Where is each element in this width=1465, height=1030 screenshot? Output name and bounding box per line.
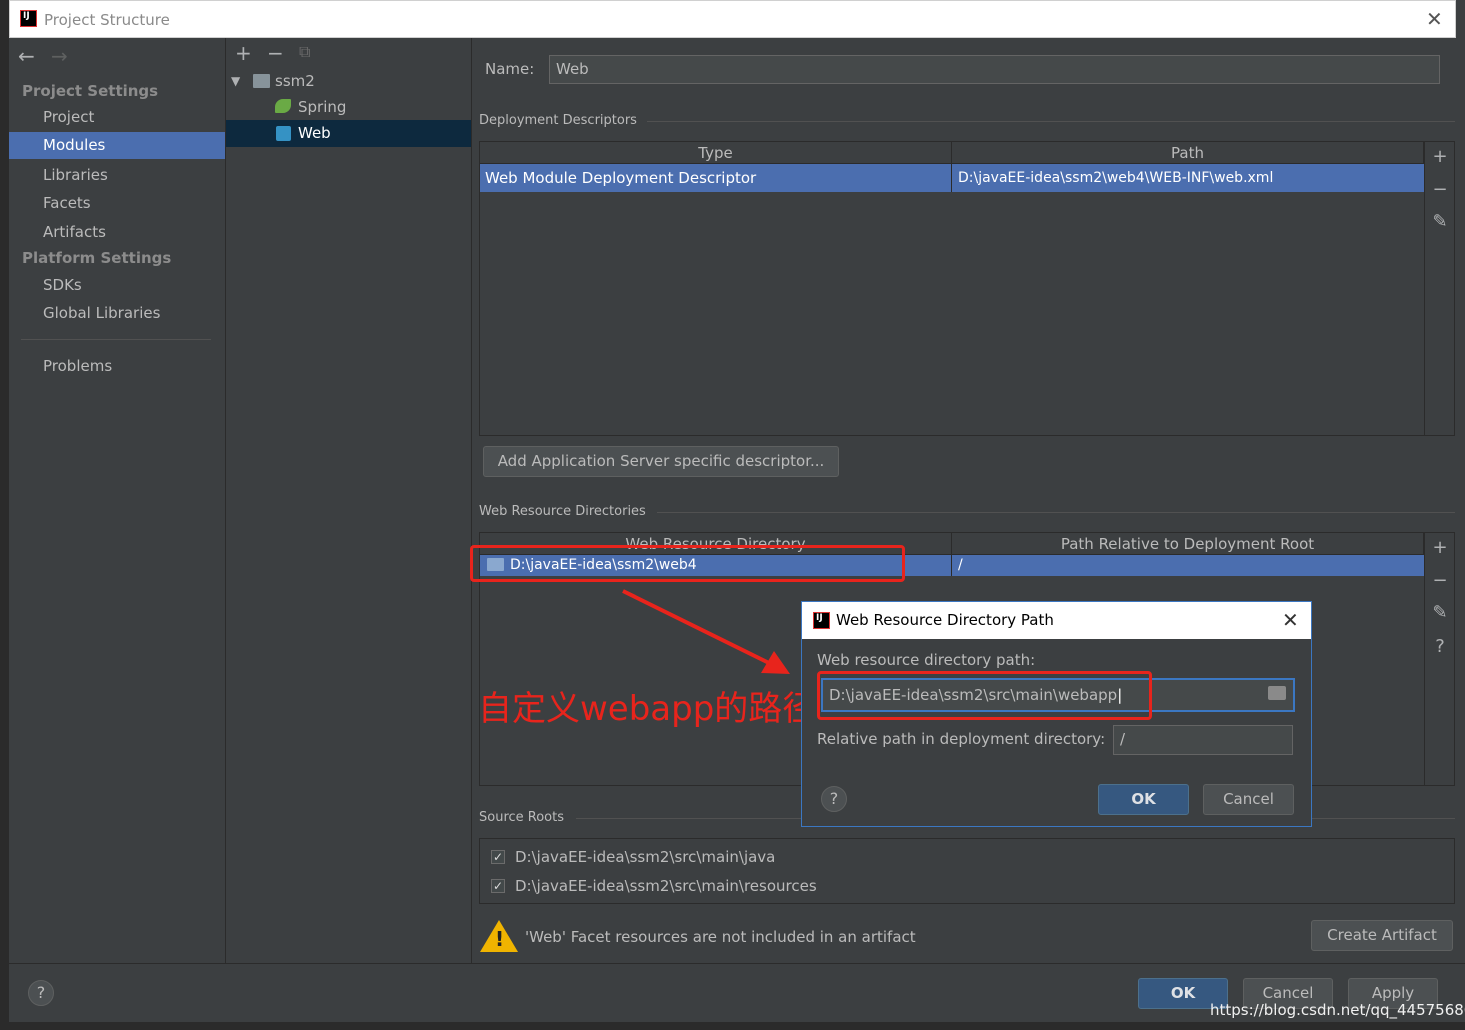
nav-item-sdks[interactable]: SDKs: [43, 276, 82, 294]
annotation-highlight-box: [817, 671, 1152, 720]
web-facet-icon: [276, 126, 291, 141]
warning-icon: !: [480, 920, 518, 952]
close-icon[interactable]: ✕: [1426, 7, 1443, 31]
intellij-icon: [20, 10, 37, 27]
source-roots-title: Source Roots: [479, 810, 565, 825]
help-icon[interactable]: ?: [1428, 636, 1452, 657]
cell-relative-path: /: [958, 557, 963, 573]
platform-settings-header: Platform Settings: [22, 249, 172, 267]
browse-folder-icon[interactable]: [1268, 686, 1286, 700]
source-root-item: D:\javaEE-idea\ssm2\src\main\java: [515, 848, 776, 866]
tree-root-ssm2[interactable]: ssm2: [275, 72, 315, 90]
window-title: Project Structure: [44, 11, 170, 29]
nav-item-project[interactable]: Project: [43, 108, 94, 126]
cell-path: D:\javaEE-idea\ssm2\web4\WEB-INF\web.xml: [958, 170, 1274, 186]
col-header-type[interactable]: Type: [480, 142, 952, 164]
create-artifact-button[interactable]: Create Artifact: [1311, 920, 1453, 951]
module-folder-icon: [253, 74, 270, 88]
nav-item-facets[interactable]: Facets: [43, 194, 91, 212]
nav-item-modules[interactable]: Modules: [9, 132, 225, 159]
dialog-titlebar: Web Resource Directory Path ✕: [802, 602, 1311, 639]
taskbar-strip: [0, 1022, 1465, 1030]
settings-nav: ← → Project Settings Project Modules Lib…: [9, 38, 226, 963]
annotation-highlight-box: [470, 545, 905, 582]
nav-separator: [21, 339, 211, 340]
module-tree-panel: + − ⧉ ▼ ssm2 Spring Web: [226, 38, 472, 963]
name-field[interactable]: Web: [549, 55, 1440, 84]
help-button[interactable]: ?: [28, 980, 54, 1006]
remove-descriptor-icon[interactable]: −: [1428, 179, 1452, 200]
cell-type: Web Module Deployment Descriptor: [485, 169, 757, 187]
annotation-arrow: [622, 589, 790, 674]
deployment-descriptors-table: Type Path Web Module Deployment Descript…: [479, 141, 1455, 436]
dialog-help-button[interactable]: ?: [821, 786, 847, 812]
col-header-path[interactable]: Path: [952, 142, 1424, 164]
source-root-checkbox[interactable]: ✓: [491, 879, 505, 893]
watermark-text: https://blog.csdn.net/qq_44575680: [1210, 1001, 1465, 1019]
tree-item-web[interactable]: Web: [298, 124, 331, 142]
add-server-descriptor-button[interactable]: Add Application Server specific descript…: [483, 446, 839, 477]
deployment-descriptors-title: Deployment Descriptors: [479, 113, 637, 128]
nav-item-problems[interactable]: Problems: [43, 357, 112, 375]
add-directory-icon[interactable]: +: [1428, 537, 1452, 558]
intellij-icon: [813, 612, 830, 629]
edit-directory-icon[interactable]: ✎: [1428, 602, 1452, 623]
dialog-ok-button[interactable]: OK: [1098, 784, 1189, 815]
table-row[interactable]: Web Module Deployment Descriptor D:\java…: [480, 164, 1424, 192]
annotation-text: 自定义webapp的路径: [478, 689, 817, 729]
dialog-cancel-button[interactable]: Cancel: [1203, 784, 1294, 815]
table-divider: [1424, 533, 1425, 785]
cell-divider: [951, 555, 952, 576]
nav-item-global-libraries[interactable]: Global Libraries: [43, 304, 160, 322]
col-header-relative-path[interactable]: Path Relative to Deployment Root: [952, 533, 1424, 555]
warning-message: 'Web' Facet resources are not included i…: [525, 928, 916, 946]
spring-leaf-icon: [275, 99, 291, 113]
section-separator: [647, 121, 1455, 122]
nav-item-libraries[interactable]: Libraries: [43, 166, 108, 184]
tree-selection-highlight: [226, 120, 471, 147]
nav-item-artifacts[interactable]: Artifacts: [43, 223, 106, 241]
footer-separator: [9, 963, 1465, 964]
cell-divider: [951, 164, 952, 192]
dialog-title: Web Resource Directory Path: [836, 611, 1054, 629]
table-divider: [1424, 142, 1425, 435]
copy-icon[interactable]: ⧉: [299, 42, 310, 62]
forward-arrow-icon[interactable]: →: [51, 44, 68, 68]
add-descriptor-icon[interactable]: +: [1428, 146, 1452, 167]
section-separator: [657, 512, 1455, 513]
source-root-checkbox[interactable]: ✓: [491, 850, 505, 864]
remove-directory-icon[interactable]: −: [1428, 570, 1452, 591]
expand-triangle-icon[interactable]: ▼: [231, 74, 240, 88]
path-label: Web resource directory path:: [817, 651, 1036, 669]
add-icon[interactable]: +: [235, 41, 252, 65]
source-root-item: D:\javaEE-idea\ssm2\src\main\resources: [515, 877, 817, 895]
project-settings-header: Project Settings: [22, 82, 159, 100]
name-label: Name:: [485, 60, 535, 78]
window-titlebar: Project Structure ✕: [9, 0, 1456, 38]
relative-path-input[interactable]: /: [1113, 725, 1293, 755]
tree-item-spring[interactable]: Spring: [298, 98, 346, 116]
edit-descriptor-icon[interactable]: ✎: [1428, 211, 1452, 232]
relative-path-label: Relative path in deployment directory:: [817, 730, 1106, 748]
web-resource-directories-title: Web Resource Directories: [479, 504, 646, 519]
back-arrow-icon[interactable]: ←: [18, 44, 35, 68]
web-resource-directory-path-dialog: Web Resource Directory Path ✕ Web resour…: [801, 601, 1312, 827]
dialog-close-icon[interactable]: ✕: [1282, 608, 1299, 632]
remove-icon[interactable]: −: [267, 41, 284, 65]
